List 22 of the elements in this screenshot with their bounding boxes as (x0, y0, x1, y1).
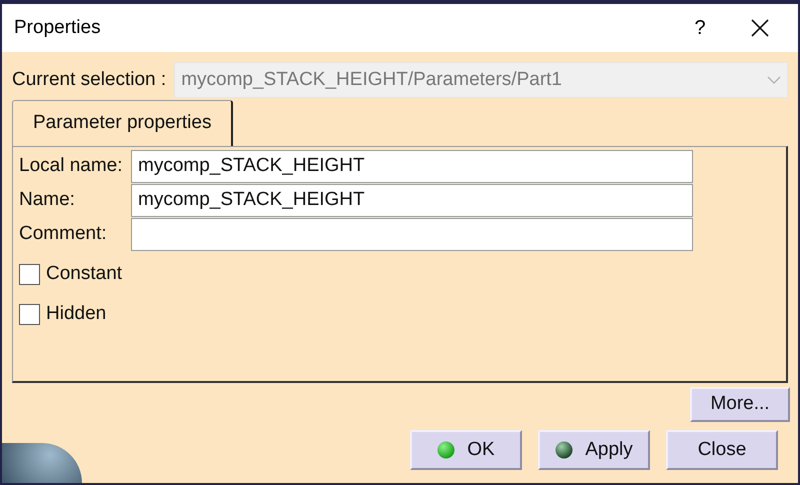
chevron-down-icon (767, 76, 781, 84)
text-field[interactable]: mycomp_STACK_HEIGHT (131, 184, 693, 216)
checkbox-label: Constant (46, 262, 122, 286)
dialog-button[interactable]: Apply (538, 430, 650, 470)
close-icon (751, 19, 769, 37)
current-selection-label: Current selection : (12, 68, 166, 92)
help-button[interactable]: ? (680, 8, 720, 48)
dialog-button[interactable]: OK (410, 430, 522, 470)
text-field[interactable]: mycomp_STACK_HEIGHT (131, 150, 693, 182)
sphere-icon (437, 441, 456, 459)
checkbox-label: Hidden (46, 302, 106, 326)
window-title: Properties (14, 16, 102, 40)
checkbox[interactable] (19, 264, 40, 285)
checkbox[interactable] (19, 304, 40, 325)
field-label: Local name: (19, 154, 124, 178)
text-field[interactable] (131, 218, 693, 250)
sphere-icon (555, 441, 574, 459)
field-label: Comment: (19, 222, 108, 246)
field-label: Name: (19, 188, 76, 212)
dialog-button[interactable]: Close (666, 430, 778, 470)
more-button[interactable]: More... (690, 387, 790, 422)
tab[interactable]: Parameter properties (12, 100, 234, 146)
